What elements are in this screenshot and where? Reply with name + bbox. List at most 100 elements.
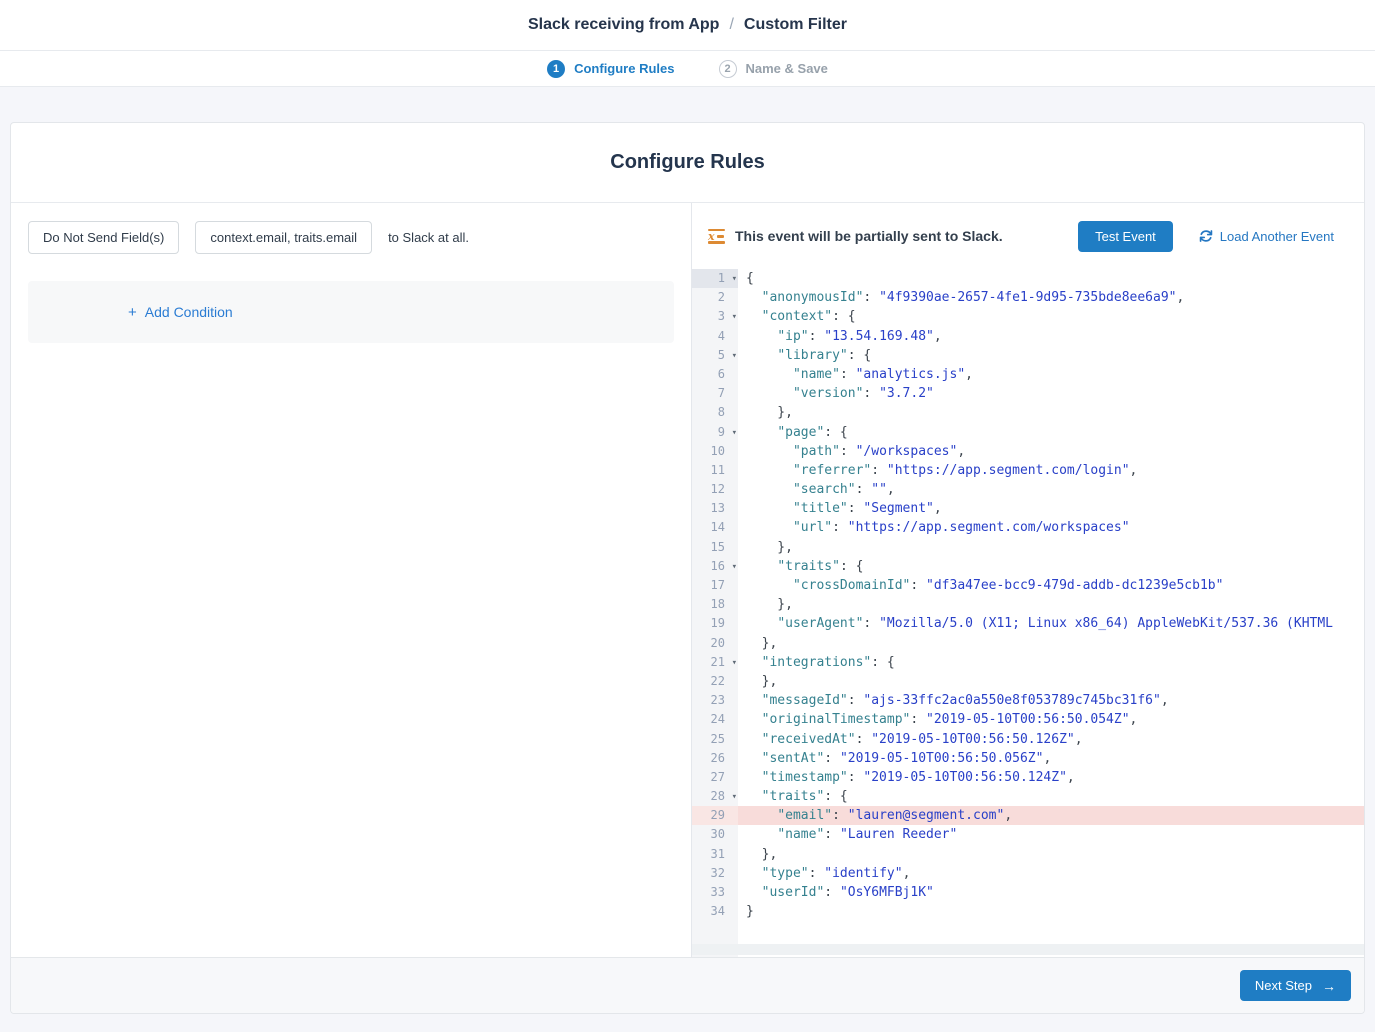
code-line: 3▾ "context": { [692, 307, 1364, 326]
code-line: 12 "search": "", [692, 480, 1364, 499]
line-number: 14 [692, 518, 738, 537]
code-line: 32 "type": "identify", [692, 864, 1364, 883]
line-number: 12 [692, 480, 738, 499]
code-line: 22 }, [692, 672, 1364, 691]
code-line: 16▾ "traits": { [692, 557, 1364, 576]
line-number: 32 [692, 864, 738, 883]
load-another-event-button[interactable]: Load Another Event [1199, 229, 1334, 244]
line-number: 20 [692, 634, 738, 653]
fold-arrow-icon[interactable]: ▾ [732, 558, 737, 577]
code-editor[interactable]: 1▾{2 "anonymousId": "4f9390ae-2657-4fe1-… [692, 269, 1364, 957]
code-line: 8 }, [692, 403, 1364, 422]
rule-builder-panel: Do Not Send Field(s) context.email, trai… [11, 203, 691, 957]
code-line: 19 "userAgent": "Mozilla/5.0 (X11; Linux… [692, 614, 1364, 633]
line-number: 5▾ [692, 346, 738, 365]
code-line: 18 }, [692, 595, 1364, 614]
breadcrumb-separator: / [729, 16, 733, 34]
preview-header: x This event will be partially sent to S… [692, 203, 1364, 269]
code-line: 11 "referrer": "https://app.segment.com/… [692, 461, 1364, 480]
line-number: 23 [692, 691, 738, 710]
breadcrumb-secondary: Custom Filter [744, 16, 847, 34]
code-line: 24 "originalTimestamp": "2019-05-10T00:5… [692, 710, 1364, 729]
filter-variable-icon: x [708, 229, 725, 244]
event-status-text: This event will be partially sent to Sla… [735, 228, 1003, 244]
fold-arrow-icon[interactable]: ▾ [732, 424, 737, 443]
line-number: 10 [692, 442, 738, 461]
code-line: 30 "name": "Lauren Reeder" [692, 825, 1364, 844]
code-line: 7 "version": "3.7.2" [692, 384, 1364, 403]
step-1-circle: 1 [547, 60, 565, 78]
code-line: 1▾{ [692, 269, 1364, 288]
line-number: 34 [692, 902, 738, 921]
stepper-bar: 1 Configure Rules 2 Name & Save [0, 51, 1375, 87]
code-line: 33 "userId": "OsY6MFBj1K" [692, 883, 1364, 902]
code-line: 2 "anonymousId": "4f9390ae-2657-4fe1-9d9… [692, 288, 1364, 307]
code-line: 17 "crossDomainId": "df3a47ee-bcc9-479d-… [692, 576, 1364, 595]
code-line: 23 "messageId": "ajs-33ffc2ac0a550e8f053… [692, 691, 1364, 710]
breadcrumb: Slack receiving from App / Custom Filter [528, 16, 847, 34]
step-2-circle: 2 [719, 60, 737, 78]
line-number: 33 [692, 883, 738, 902]
step-configure-rules[interactable]: 1 Configure Rules [547, 60, 674, 78]
code-line: 27 "timestamp": "2019-05-10T00:56:50.124… [692, 768, 1364, 787]
line-number: 13 [692, 499, 738, 518]
rule-row: Do Not Send Field(s) context.email, trai… [28, 221, 674, 254]
fold-arrow-icon[interactable]: ▾ [732, 308, 737, 327]
line-number: 7 [692, 384, 738, 403]
arrow-right-icon: → [1322, 979, 1336, 993]
line-number: 8 [692, 403, 738, 422]
line-number: 25 [692, 730, 738, 749]
code-line: 14 "url": "https://app.segment.com/works… [692, 518, 1364, 537]
line-number: 9▾ [692, 423, 738, 442]
code-line: 13 "title": "Segment", [692, 499, 1364, 518]
line-number: 22 [692, 672, 738, 691]
code-lines: 1▾{2 "anonymousId": "4f9390ae-2657-4fe1-… [692, 269, 1364, 921]
fold-arrow-icon[interactable]: ▾ [732, 788, 737, 807]
horizontal-scrollbar[interactable] [692, 944, 1364, 955]
add-condition-label: Add Condition [145, 304, 233, 320]
load-another-event-label: Load Another Event [1220, 229, 1334, 244]
rule-action-button[interactable]: Do Not Send Field(s) [28, 221, 179, 254]
step-name-and-save[interactable]: 2 Name & Save [719, 60, 828, 78]
line-number: 17 [692, 576, 738, 595]
step-1-label: Configure Rules [574, 61, 674, 76]
refresh-icon [1199, 229, 1213, 243]
line-number: 27 [692, 768, 738, 787]
configure-rules-card: Configure Rules Do Not Send Field(s) con… [10, 122, 1365, 1014]
step-2-label: Name & Save [746, 61, 828, 76]
line-number: 6 [692, 365, 738, 384]
line-number: 16▾ [692, 557, 738, 576]
add-condition-panel: + Add Condition [28, 281, 674, 343]
card-footer: Next Step → [11, 957, 1364, 1013]
line-number: 24 [692, 710, 738, 729]
add-condition-button[interactable]: + Add Condition [128, 304, 233, 320]
code-line: 31 }, [692, 845, 1364, 864]
event-preview-panel: x This event will be partially sent to S… [691, 203, 1364, 957]
line-number: 19 [692, 614, 738, 633]
plus-icon: + [128, 305, 137, 320]
next-step-button[interactable]: Next Step → [1240, 970, 1351, 1001]
line-number: 30 [692, 825, 738, 844]
fold-arrow-icon[interactable]: ▾ [732, 270, 737, 289]
fold-arrow-icon[interactable]: ▾ [732, 347, 737, 366]
line-number: 4 [692, 327, 738, 346]
next-step-label: Next Step [1255, 978, 1312, 993]
line-number: 26 [692, 749, 738, 768]
rule-suffix-text: to Slack at all. [388, 230, 469, 245]
code-line: 9▾ "page": { [692, 423, 1364, 442]
line-number: 28▾ [692, 787, 738, 806]
code-line: 6 "name": "analytics.js", [692, 365, 1364, 384]
fold-arrow-icon[interactable]: ▾ [732, 654, 737, 673]
line-number: 2 [692, 288, 738, 307]
code-line: 34} [692, 902, 1364, 921]
code-line: 28▾ "traits": { [692, 787, 1364, 806]
code-line: 25 "receivedAt": "2019-05-10T00:56:50.12… [692, 730, 1364, 749]
page-title: Configure Rules [610, 151, 764, 174]
code-line: 4 "ip": "13.54.169.48", [692, 327, 1364, 346]
code-line: 5▾ "library": { [692, 346, 1364, 365]
card-title-row: Configure Rules [11, 123, 1364, 203]
line-number: 18 [692, 595, 738, 614]
rule-fields-button[interactable]: context.email, traits.email [195, 221, 372, 254]
app-header: Slack receiving from App / Custom Filter [0, 0, 1375, 51]
test-event-button[interactable]: Test Event [1078, 221, 1173, 252]
